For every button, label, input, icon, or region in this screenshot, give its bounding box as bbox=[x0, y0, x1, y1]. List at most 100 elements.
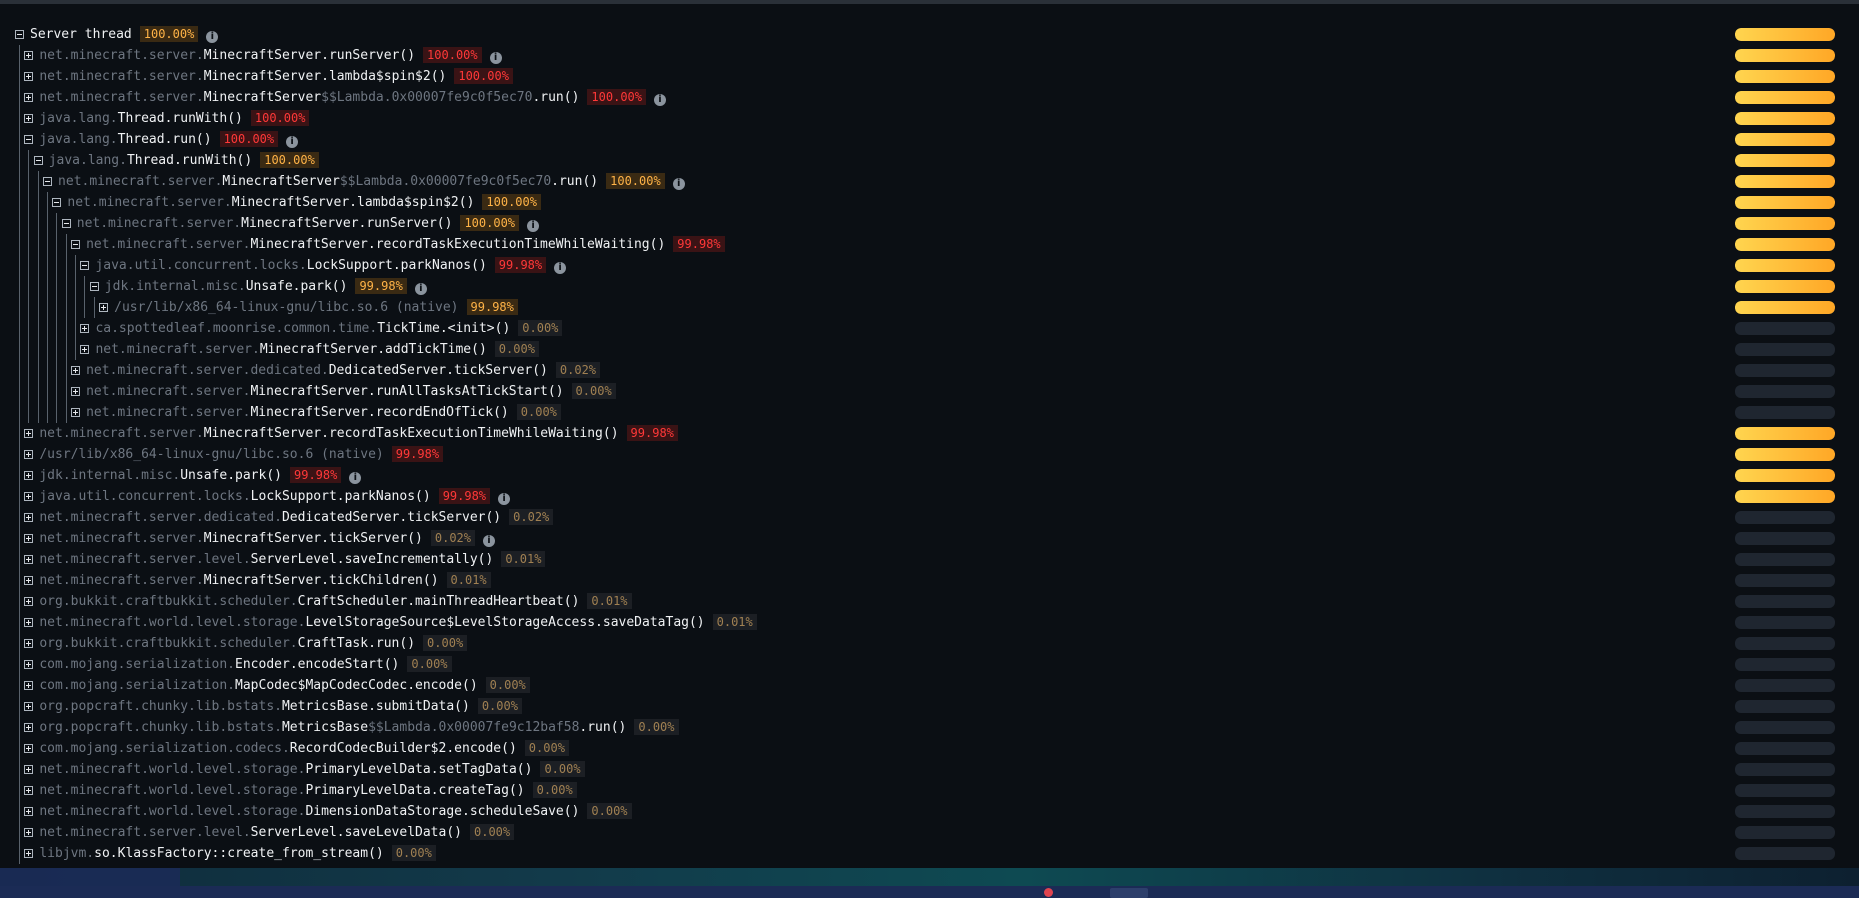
plus-square-icon[interactable] bbox=[71, 366, 81, 375]
plus-square-icon[interactable] bbox=[24, 555, 34, 564]
frame-label[interactable]: net.minecraft.world.level.storage.Dimens… bbox=[39, 801, 632, 822]
tree-row[interactable]: com.mojang.serialization.codecs.RecordCo… bbox=[0, 738, 1859, 759]
frame-label[interactable]: org.popcraft.chunky.lib.bstats.MetricsBa… bbox=[39, 717, 679, 738]
tree-row[interactable]: net.minecraft.server.MinecraftServer.run… bbox=[0, 45, 1859, 66]
plus-square-icon[interactable] bbox=[24, 576, 34, 585]
tree-row[interactable]: libjvm.so.KlassFactory::create_from_stre… bbox=[0, 843, 1859, 864]
info-circle-icon[interactable]: i bbox=[286, 136, 299, 148]
frame-label[interactable]: org.popcraft.chunky.lib.bstats.MetricsBa… bbox=[39, 696, 522, 717]
frame-label[interactable]: libjvm.so.KlassFactory::create_from_stre… bbox=[39, 843, 436, 864]
frame-label[interactable]: java.lang.Thread.runWith() 100.00% bbox=[39, 108, 310, 129]
plus-square-icon[interactable] bbox=[71, 387, 81, 396]
frame-label[interactable]: net.minecraft.world.level.storage.LevelS… bbox=[39, 612, 757, 633]
plus-square-icon[interactable] bbox=[24, 660, 34, 669]
plus-square-icon[interactable] bbox=[24, 534, 34, 543]
timeline-minimap[interactable] bbox=[0, 868, 1859, 886]
frame-label[interactable]: jdk.internal.misc.Unsafe.park() 99.98% i bbox=[105, 276, 427, 297]
plus-square-icon[interactable] bbox=[24, 786, 34, 795]
tree-row[interactable]: net.minecraft.world.level.storage.Primar… bbox=[0, 780, 1859, 801]
plus-square-icon[interactable] bbox=[24, 681, 34, 690]
tree-row[interactable]: java.lang.Thread.runWith() 100.00% bbox=[0, 150, 1859, 171]
plus-square-icon[interactable] bbox=[24, 429, 34, 438]
tree-row[interactable]: net.minecraft.server.MinecraftServer.add… bbox=[0, 339, 1859, 360]
plus-square-icon[interactable] bbox=[24, 93, 34, 102]
tree-row[interactable]: jdk.internal.misc.Unsafe.park() 99.98% i bbox=[0, 465, 1859, 486]
plus-square-icon[interactable] bbox=[24, 618, 34, 627]
frame-label[interactable]: /usr/lib/x86_64-linux-gnu/libc.so.6 (nat… bbox=[39, 444, 444, 465]
info-circle-icon[interactable]: i bbox=[489, 52, 502, 64]
minus-square-icon[interactable] bbox=[15, 30, 24, 39]
minus-square-icon[interactable] bbox=[71, 240, 81, 249]
info-circle-icon[interactable]: i bbox=[349, 472, 362, 484]
minus-square-icon[interactable] bbox=[61, 219, 71, 228]
plus-square-icon[interactable] bbox=[99, 303, 109, 312]
tree-row[interactable]: net.minecraft.world.level.storage.Dimens… bbox=[0, 801, 1859, 822]
plus-square-icon[interactable] bbox=[24, 597, 34, 606]
tree-row[interactable]: net.minecraft.server.MinecraftServer.rec… bbox=[0, 423, 1859, 444]
frame-label[interactable]: Server thread 100.00% i bbox=[30, 24, 219, 45]
frame-label[interactable]: net.minecraft.world.level.storage.Primar… bbox=[39, 759, 585, 780]
tree-row[interactable]: org.popcraft.chunky.lib.bstats.MetricsBa… bbox=[0, 717, 1859, 738]
frame-label[interactable]: net.minecraft.server.MinecraftServer.rec… bbox=[86, 234, 725, 255]
minus-square-icon[interactable] bbox=[89, 282, 99, 291]
frame-label[interactable]: net.minecraft.server.MinecraftServer.tic… bbox=[39, 528, 495, 549]
frame-label[interactable]: /usr/lib/x86_64-linux-gnu/libc.so.6 (nat… bbox=[114, 297, 518, 318]
plus-square-icon[interactable] bbox=[24, 807, 34, 816]
tree-row[interactable]: com.mojang.serialization.Encoder.encodeS… bbox=[0, 654, 1859, 675]
plus-square-icon[interactable] bbox=[24, 849, 34, 858]
plus-square-icon[interactable] bbox=[80, 324, 90, 333]
info-circle-icon[interactable]: i bbox=[554, 262, 567, 274]
tree-row[interactable]: org.bukkit.craftbukkit.scheduler.CraftTa… bbox=[0, 633, 1859, 654]
frame-label[interactable]: net.minecraft.world.level.storage.Primar… bbox=[39, 780, 577, 801]
minus-square-icon[interactable] bbox=[52, 198, 62, 207]
tree-row[interactable]: java.util.concurrent.locks.LockSupport.p… bbox=[0, 255, 1859, 276]
tree-row[interactable]: net.minecraft.server.MinecraftServer.run… bbox=[0, 213, 1859, 234]
plus-square-icon[interactable] bbox=[80, 345, 90, 354]
frame-label[interactable]: net.minecraft.server.MinecraftServer.lam… bbox=[67, 192, 541, 213]
tree-row[interactable]: net.minecraft.server.MinecraftServer.lam… bbox=[0, 192, 1859, 213]
frame-label[interactable]: net.minecraft.server.MinecraftServer.rec… bbox=[39, 423, 678, 444]
plus-square-icon[interactable] bbox=[24, 513, 34, 522]
frame-label[interactable]: org.bukkit.craftbukkit.scheduler.CraftTa… bbox=[39, 633, 468, 654]
plus-square-icon[interactable] bbox=[24, 744, 34, 753]
plus-square-icon[interactable] bbox=[24, 72, 34, 81]
tree-row[interactable]: java.lang.Thread.run() 100.00% i bbox=[0, 129, 1859, 150]
frame-label[interactable]: java.util.concurrent.locks.LockSupport.p… bbox=[39, 486, 511, 507]
frame-label[interactable]: net.minecraft.server.MinecraftServer.run… bbox=[39, 45, 502, 66]
frame-label[interactable]: net.minecraft.server.MinecraftServer.tic… bbox=[39, 570, 491, 591]
frame-label[interactable]: com.mojang.serialization.MapCodec$MapCod… bbox=[39, 675, 530, 696]
frame-label[interactable]: com.mojang.serialization.Encoder.encodeS… bbox=[39, 654, 452, 675]
plus-square-icon[interactable] bbox=[24, 471, 34, 480]
tree-row[interactable]: net.minecraft.server.MinecraftServer.rec… bbox=[0, 402, 1859, 423]
frame-label[interactable]: net.minecraft.server.MinecraftServer.lam… bbox=[39, 66, 513, 87]
info-circle-icon[interactable]: i bbox=[498, 493, 511, 505]
tree-row[interactable]: Server thread 100.00% i bbox=[0, 24, 1859, 45]
tree-row[interactable]: org.bukkit.craftbukkit.scheduler.CraftSc… bbox=[0, 591, 1859, 612]
tree-row[interactable]: /usr/lib/x86_64-linux-gnu/libc.so.6 (nat… bbox=[0, 297, 1859, 318]
frame-label[interactable]: net.minecraft.server.dedicated.Dedicated… bbox=[39, 507, 554, 528]
frame-label[interactable]: net.minecraft.server.MinecraftServer$$La… bbox=[39, 87, 666, 108]
frame-label[interactable]: com.mojang.serialization.codecs.RecordCo… bbox=[39, 738, 569, 759]
plus-square-icon[interactable] bbox=[24, 828, 34, 837]
tree-row[interactable]: net.minecraft.world.level.storage.LevelS… bbox=[0, 612, 1859, 633]
frame-label[interactable]: net.minecraft.server.dedicated.Dedicated… bbox=[86, 360, 601, 381]
plus-square-icon[interactable] bbox=[24, 765, 34, 774]
bottom-tab[interactable] bbox=[1110, 888, 1148, 898]
info-circle-icon[interactable]: i bbox=[672, 178, 685, 190]
tree-row[interactable]: net.minecraft.server.MinecraftServer$$La… bbox=[0, 171, 1859, 192]
frame-label[interactable]: java.lang.Thread.runWith() 100.00% bbox=[49, 150, 319, 171]
info-circle-icon[interactable]: i bbox=[483, 535, 495, 547]
frame-label[interactable]: org.bukkit.craftbukkit.scheduler.CraftSc… bbox=[39, 591, 632, 612]
record-indicator-icon[interactable] bbox=[1044, 888, 1053, 897]
tree-row[interactable]: net.minecraft.server.MinecraftServer$$La… bbox=[0, 87, 1859, 108]
tree-row[interactable]: com.mojang.serialization.MapCodec$MapCod… bbox=[0, 675, 1859, 696]
minus-square-icon[interactable] bbox=[43, 177, 53, 186]
tree-row[interactable]: net.minecraft.server.level.ServerLevel.s… bbox=[0, 822, 1859, 843]
minus-square-icon[interactable] bbox=[80, 261, 90, 270]
plus-square-icon[interactable] bbox=[24, 702, 34, 711]
tree-row[interactable]: net.minecraft.server.dedicated.Dedicated… bbox=[0, 507, 1859, 528]
plus-square-icon[interactable] bbox=[24, 450, 34, 459]
plus-square-icon[interactable] bbox=[24, 114, 34, 123]
frame-label[interactable]: ca.spottedleaf.moonrise.common.time.Tick… bbox=[95, 318, 563, 339]
plus-square-icon[interactable] bbox=[71, 408, 81, 417]
